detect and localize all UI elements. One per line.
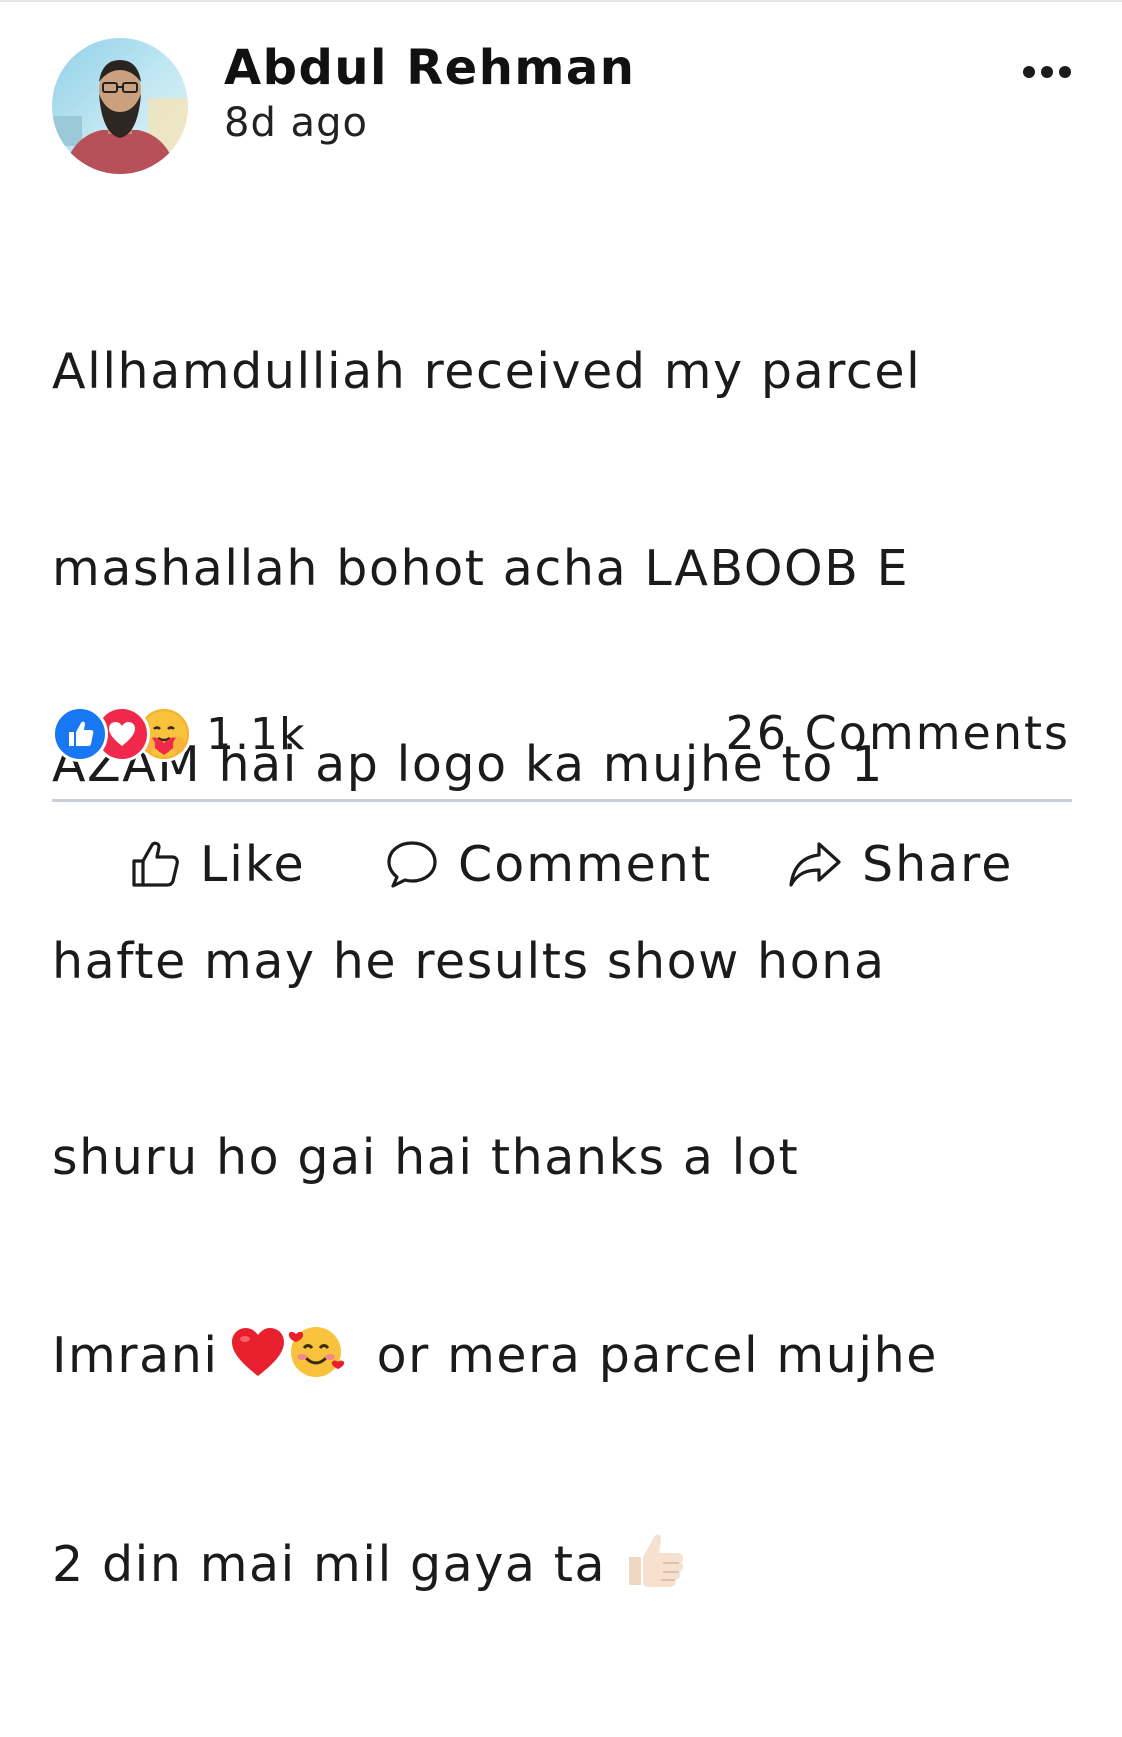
thumbs-up-icon [132,841,179,887]
post-card: Abdul Rehman 8d ago Allhamdulliah receiv… [0,0,1122,1593]
post-text-segment: Imrani [52,1326,219,1384]
more-options-button[interactable] [1012,52,1082,92]
post-timestamp[interactable]: 8d ago [224,100,368,146]
comment-bubble-icon [387,841,437,888]
author-name[interactable]: Abdul Rehman [224,40,635,96]
post-text-line: hafte may he results show hona [52,932,886,990]
smiling-face-with-hearts-emoji-icon [286,1322,348,1397]
share-button[interactable]: Share [788,832,1013,896]
comment-label: Comment [458,835,713,893]
avatar[interactable] [52,38,188,174]
post-text-segment: or mera parcel mujhe [359,1326,938,1384]
reaction-count[interactable]: 1.1k [206,709,305,760]
post-text-line: mashallah bohot acha LABOOB E [52,539,910,597]
share-arrow-icon [789,842,841,887]
like-reaction-icon [52,706,108,762]
post-text-line: shuru ho gai hai thanks a lot [52,1129,800,1186]
divider [52,799,1072,802]
comment-button[interactable]: Comment [386,832,712,896]
post-text-line-emoji: Imrani or mera parcel mujhe [52,1322,1092,1397]
comments-count[interactable]: 26 Comments [726,706,1071,760]
like-button[interactable]: Like [130,832,306,896]
thumbs-up-emoji-icon [623,1527,687,1606]
more-horizontal-icon [1023,66,1071,78]
reactions-summary[interactable]: 1.1k [52,704,305,764]
post-text-line: Allhamdulliah received my parcel [52,343,922,400]
share-label: Share [862,835,1014,893]
post-text-segment: 2 din mai mil gaya ta [52,1536,624,1593]
post-text-line-emoji: 2 din mai mil gaya ta [52,1527,1092,1606]
like-label: Like [200,835,306,893]
post-text: Allhamdulliah received my parcel mashall… [52,208,1092,1737]
red-heart-emoji-icon [230,1326,286,1397]
avatar-image [52,38,188,174]
